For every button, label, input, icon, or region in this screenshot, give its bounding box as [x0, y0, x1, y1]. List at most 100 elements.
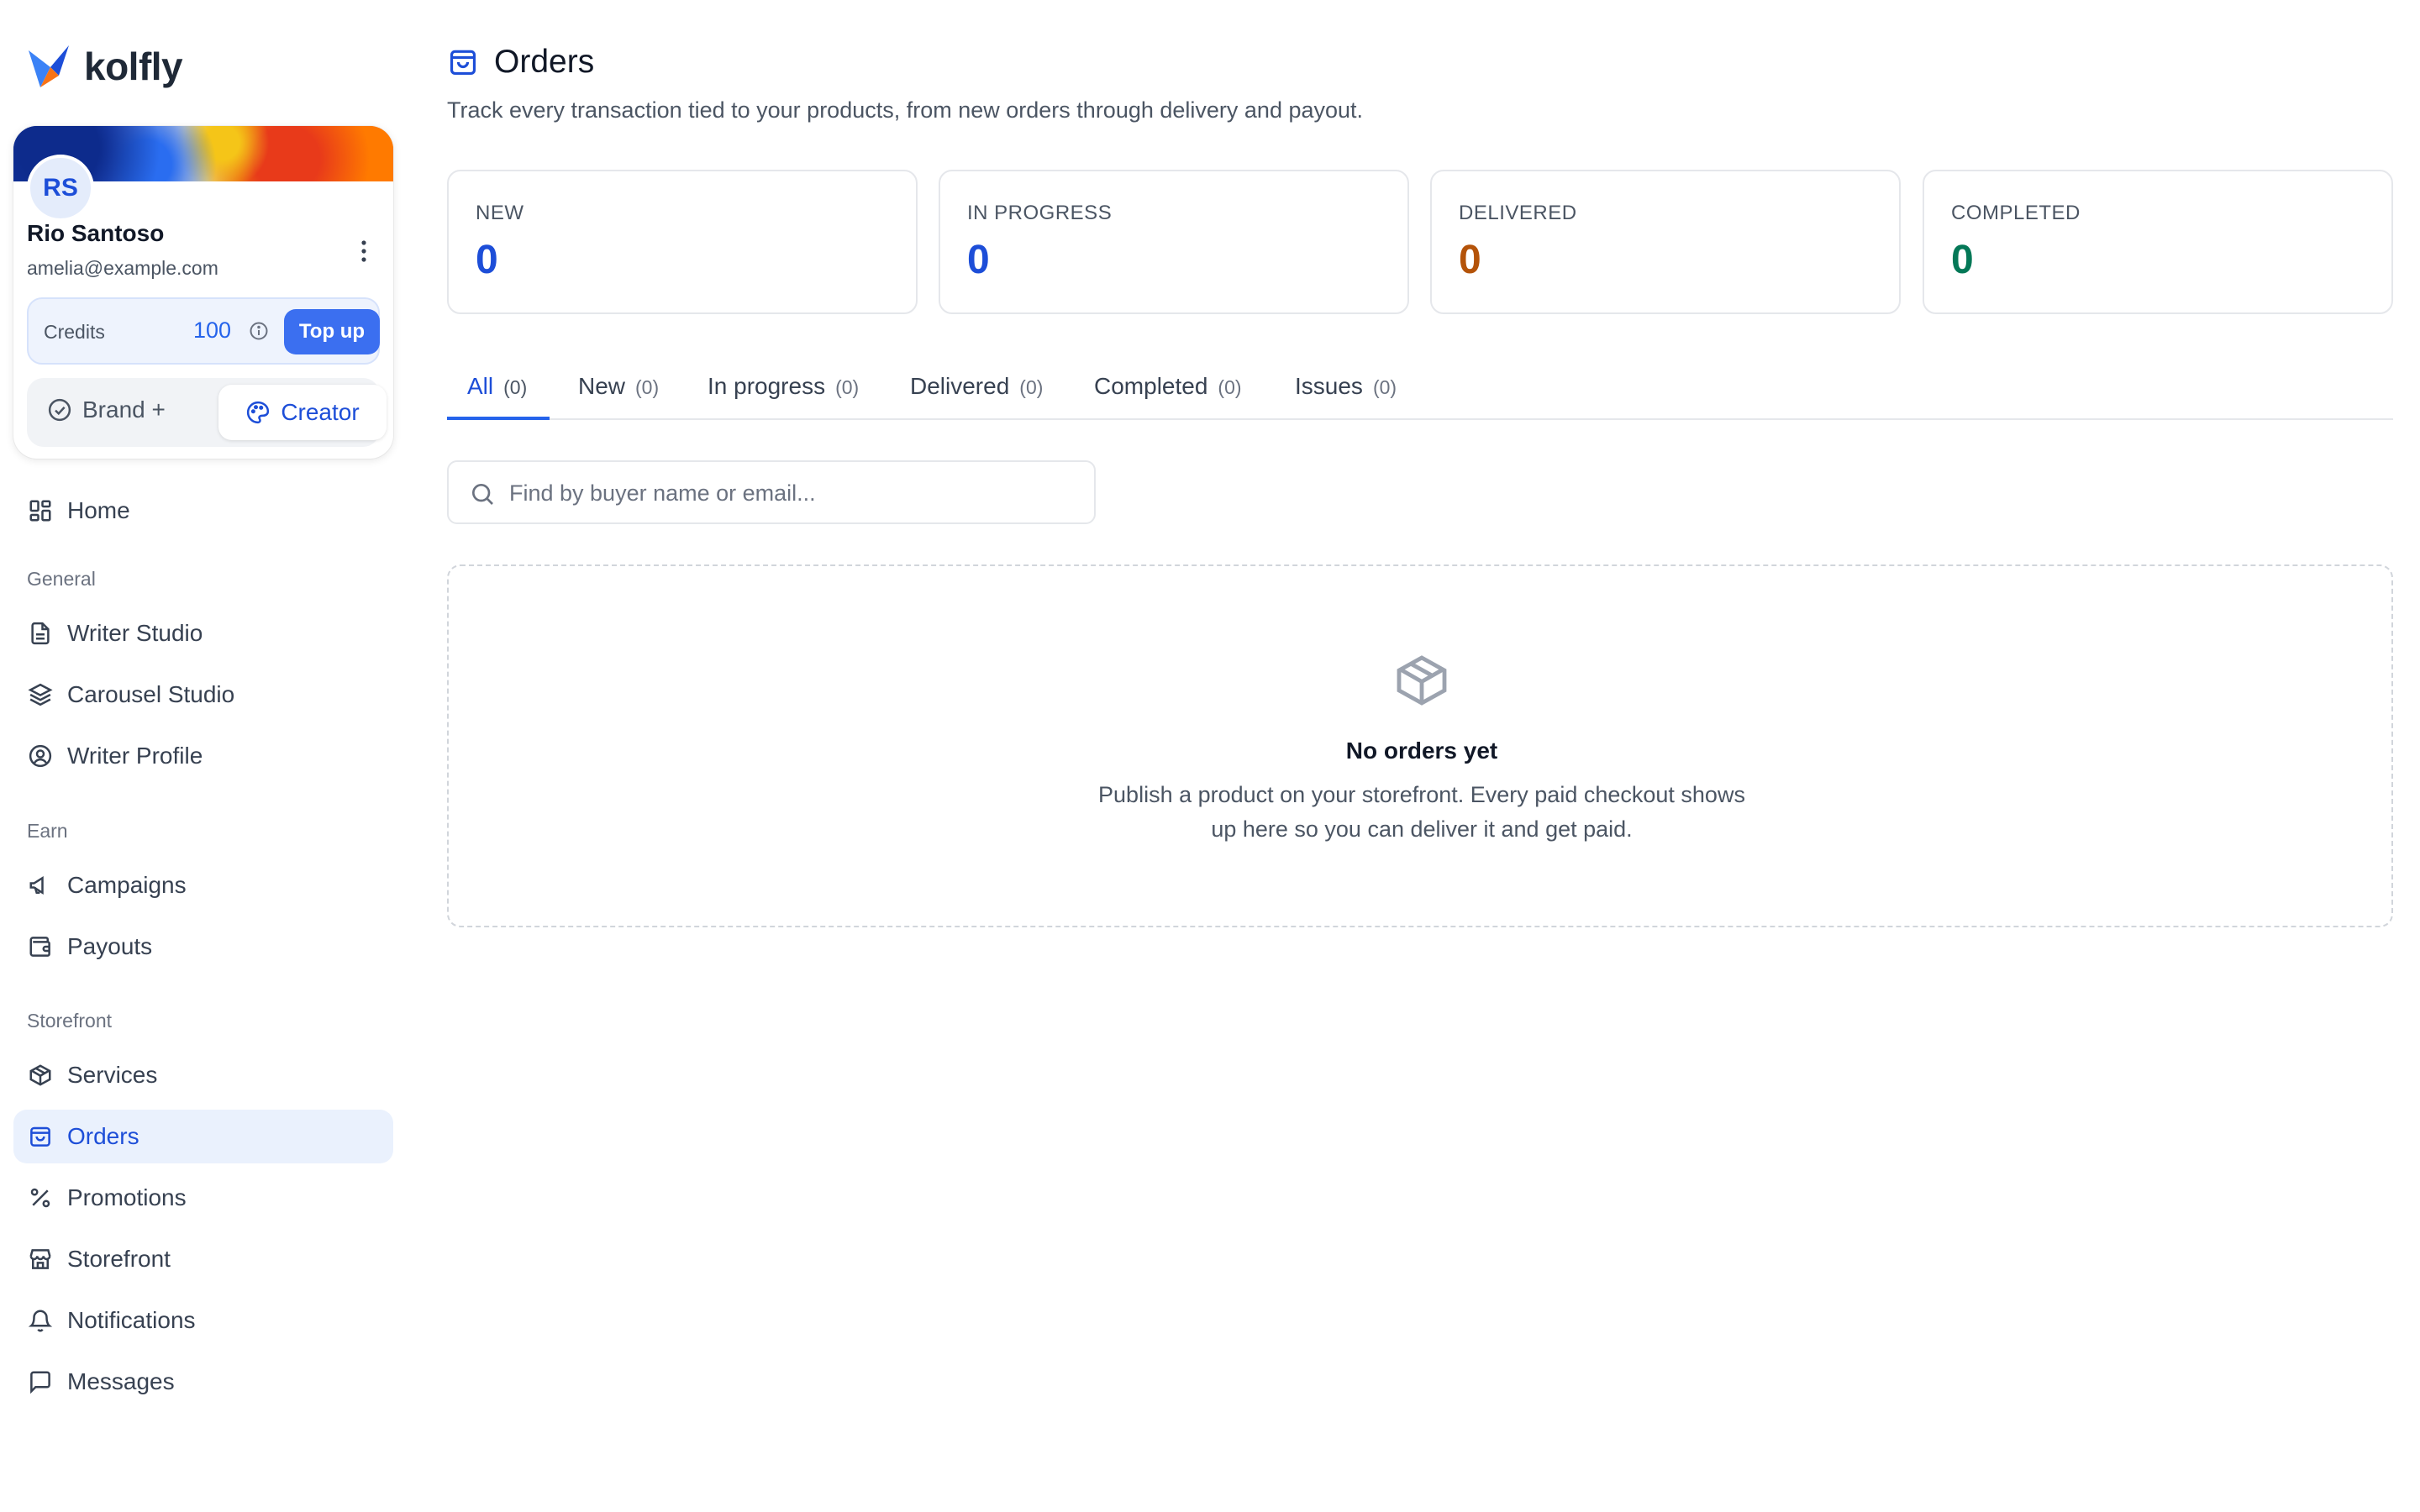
tab-completed[interactable]: Completed (0) [1094, 361, 1242, 420]
tab-issues[interactable]: Issues (0) [1295, 361, 1397, 420]
credits-box: Credits 100 Top up [27, 297, 380, 365]
wallet-icon [27, 933, 54, 960]
tab-count: (0) [635, 376, 660, 398]
tab-count: (0) [1372, 376, 1397, 398]
empty-state-text: Publish a product on your storefront. Ev… [1098, 782, 1745, 842]
stat-value: 0 [1459, 238, 1481, 282]
page-header: Orders [447, 44, 594, 81]
tab-label: Delivered [910, 373, 1010, 399]
tab-all[interactable]: All (0) [467, 361, 527, 420]
shopping-bag-icon [27, 1123, 54, 1150]
mode-switch: Brand + Creator [27, 378, 387, 447]
layout-grid-icon [27, 497, 54, 524]
info-icon[interactable] [249, 321, 269, 341]
sidebar-item-notifications[interactable]: Notifications [13, 1294, 393, 1347]
stat-card-in-progress: IN PROGRESS 0 [939, 170, 1409, 314]
sidebar-item-carousel-studio[interactable]: Carousel Studio [13, 668, 393, 722]
tab-label: Completed [1094, 373, 1208, 399]
stat-label: IN PROGRESS [967, 202, 1113, 224]
nav-section-earn: Earn [27, 820, 68, 842]
shopping-bag-icon [447, 46, 479, 78]
tab-delivered[interactable]: Delivered (0) [910, 361, 1043, 420]
search-box [447, 460, 1096, 524]
mode-creator-option[interactable]: Creator [218, 385, 387, 440]
nav-section-storefront: Storefront [27, 1010, 112, 1032]
stat-value: 0 [967, 238, 990, 282]
palette-icon [245, 400, 271, 425]
sidebar-item-payouts[interactable]: Payouts [13, 920, 393, 974]
main-content: Orders Track every transaction tied to y… [447, 0, 2393, 1512]
stat-value: 0 [476, 238, 498, 282]
stat-card-new: NEW 0 [447, 170, 918, 314]
sidebar-item-promotions[interactable]: Promotions [13, 1171, 393, 1225]
profile-card: RS Rio Santoso amelia@example.com Credit… [13, 126, 393, 459]
sidebar-item-writer-profile[interactable]: Writer Profile [13, 729, 393, 783]
tab-count: (0) [1218, 376, 1242, 398]
tab-label: In progress [708, 373, 826, 399]
tab-new[interactable]: New (0) [578, 361, 659, 420]
mode-brand-label: Brand + [82, 396, 166, 423]
sidebar-item-label: Payouts [67, 933, 153, 959]
active-tab-indicator [447, 417, 550, 420]
user-name: Rio Santoso [27, 220, 165, 246]
layers-icon [27, 681, 54, 708]
credits-value: 100 [193, 318, 232, 343]
sidebar-item-campaigns[interactable]: Campaigns [13, 858, 393, 912]
stat-card-delivered: DELIVERED 0 [1430, 170, 1901, 314]
avatar[interactable]: RS [27, 155, 94, 222]
mode-brand-option[interactable]: Brand + [47, 396, 166, 423]
sidebar-item-label: Storefront [67, 1246, 171, 1272]
tab-count: (0) [503, 376, 528, 398]
sidebar: kolfly RS Rio Santoso amelia@example.com… [0, 0, 410, 1512]
sidebar-item-label: Notifications [67, 1307, 196, 1333]
package-icon [1392, 650, 1452, 711]
order-tabs: All (0) New (0) In progress (0) Delivere… [447, 361, 2393, 420]
sidebar-item-label: Home [67, 497, 130, 523]
mode-creator-label: Creator [281, 399, 360, 425]
sidebar-item-services[interactable]: Services [13, 1048, 393, 1102]
tab-label: Issues [1295, 373, 1363, 399]
kolfly-logo-icon [25, 42, 74, 91]
tab-in-progress[interactable]: In progress (0) [708, 361, 859, 420]
sidebar-item-messages[interactable]: Messages [13, 1355, 393, 1409]
store-icon [27, 1246, 54, 1273]
megaphone-icon [27, 872, 54, 899]
tab-label: New [578, 373, 626, 399]
page-title: Orders [494, 44, 595, 80]
sidebar-item-label: Carousel Studio [67, 681, 235, 707]
profile-menu-button[interactable] [351, 239, 376, 264]
badge-check-icon [47, 397, 72, 423]
user-email: amelia@example.com [27, 257, 218, 279]
stat-value: 0 [1951, 238, 1974, 282]
more-vertical-icon [360, 240, 367, 262]
tab-label: All [467, 373, 494, 399]
sidebar-item-storefront[interactable]: Storefront [13, 1232, 393, 1286]
file-text-icon [27, 620, 54, 647]
nav-section-general: General [27, 568, 96, 590]
sidebar-item-label: Messages [67, 1368, 175, 1394]
bell-icon [27, 1307, 54, 1334]
package-icon [27, 1062, 54, 1089]
sidebar-item-label: Orders [67, 1123, 139, 1149]
user-circle-icon [27, 743, 54, 769]
search-input[interactable] [509, 474, 1081, 512]
empty-state: No orders yet Publish a product on your … [447, 564, 2393, 927]
sidebar-item-label: Writer Studio [67, 620, 203, 646]
brand-name: kolfly [84, 45, 183, 88]
sidebar-item-home[interactable]: Home [13, 484, 393, 538]
message-square-icon [27, 1368, 54, 1395]
top-up-button[interactable]: Top up [284, 309, 380, 354]
tab-count: (0) [835, 376, 860, 398]
sidebar-item-label: Promotions [67, 1184, 187, 1210]
sidebar-item-writer-studio[interactable]: Writer Studio [13, 606, 393, 660]
sidebar-item-label: Services [67, 1062, 158, 1088]
brand-logo[interactable]: kolfly [25, 42, 183, 91]
percent-icon [27, 1184, 54, 1211]
page-subtitle: Track every transaction tied to your pro… [447, 97, 1364, 123]
sidebar-item-label: Campaigns [67, 872, 187, 898]
stat-card-completed: COMPLETED 0 [1923, 170, 2393, 314]
sidebar-item-label: Writer Profile [67, 743, 203, 769]
credits-label: Credits [44, 321, 105, 343]
stat-label: DELIVERED [1459, 202, 1577, 224]
sidebar-item-orders[interactable]: Orders [13, 1110, 393, 1163]
